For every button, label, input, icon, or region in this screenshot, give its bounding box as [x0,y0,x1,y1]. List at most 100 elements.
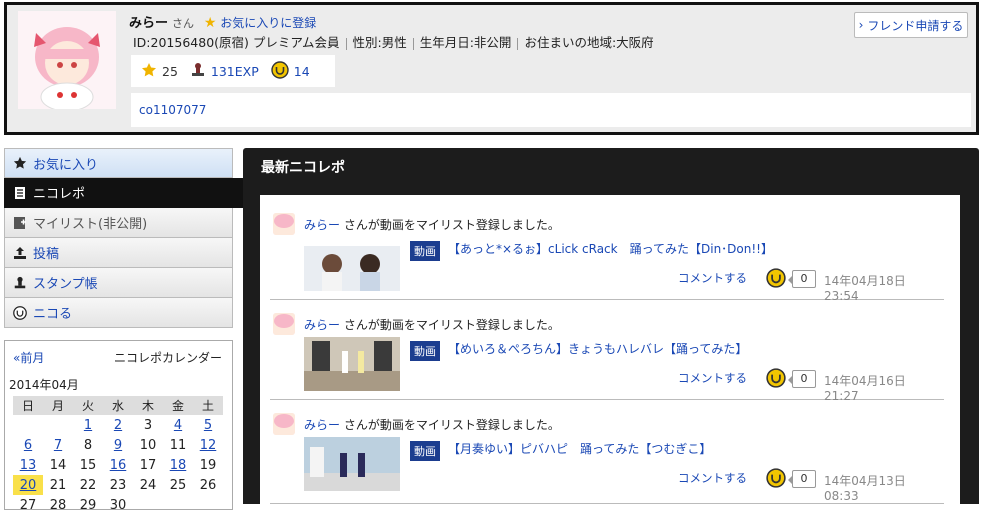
calendar-day [193,495,223,515]
calendar-day[interactable]: 12 [193,435,223,455]
calendar-day[interactable]: 5 [193,415,223,435]
weekday-header: 火 [73,396,103,415]
nicoru-icon[interactable] [766,268,786,288]
calendar-day [13,415,43,435]
calendar-day[interactable]: 1 [73,415,103,435]
friend-request-button[interactable]: › フレンド申請する [854,12,968,38]
profile-panel: みらー さん ★ お気に入りに登録 ID:20156480(原宿) プレミアム会員… [4,2,979,135]
community-link[interactable]: co1107077 [139,103,206,117]
weekday-header: 日 [13,396,43,415]
calendar-day: 19 [199,457,217,473]
user-link[interactable]: みらー [304,418,340,432]
exp-link[interactable]: 131EXP [211,64,259,79]
sidebar-item-label: ニコレポ [33,187,86,202]
sidebar-item-nicoru[interactable]: ニコる [4,298,233,328]
nicoru-count: 0 [788,370,816,388]
list-item: みらー さんが動画をマイリスト登録しました。 動画 【月奏ゆい】ピバハピ 踊って… [270,400,944,504]
video-title-link[interactable]: 【めいろ＆ぺろちん】きょうもハレバレ【踊ってみた】 [448,340,747,357]
calendar-day[interactable]: 13 [13,455,43,475]
sidebar-item-uploads[interactable]: 投稿 [4,238,233,268]
sidebar-item-label: 投稿 [33,247,60,262]
comment-link[interactable]: コメントする [678,370,747,386]
report-date: 14年04月16日 21:27 [824,374,906,403]
profile-id: ID:20156480(原宿) プレミアム会員 [133,35,340,50]
user-link[interactable]: みらー [304,318,340,332]
nicoru-icon[interactable] [766,368,786,388]
sidebar-item-label: お気に入り [33,157,99,173]
video-thumbnail[interactable] [304,237,400,291]
calendar-day [133,495,163,515]
prev-month-link[interactable]: «前月 [13,349,44,366]
nicoru-count: 0 [788,470,816,488]
list-item: みらー さんが動画をマイリスト登録しました。 動画 【あっと*×るぉ】cLick… [270,200,944,303]
calendar-day[interactable]: 16 [103,455,133,475]
calendar-day: 15 [79,457,97,473]
calendar-day: 3 [143,417,153,433]
profile-name-line: みらー さん ★ お気に入りに登録 [129,12,316,31]
nicoru-stat: 14 [271,60,310,82]
calendar-day[interactable]: 6 [13,435,43,455]
calendar-title: ニコレポカレンダー [113,351,222,365]
report-date: 14年04月13日 08:33 [824,474,906,503]
calendar-day: 24 [139,477,157,493]
exp-stat: 131EXP [190,62,259,81]
friend-request-label: フレンド申請する [867,18,964,33]
report-headline: みらー さんが動画をマイリスト登録しました。 [304,216,560,233]
video-thumbnail[interactable] [304,337,400,391]
nicoru-count: 0 [788,270,816,288]
add-favorite-link[interactable]: ★ お気に入りに登録 [204,15,316,31]
sidebar-item-label: ニコる [33,307,73,322]
report-action: さんが動画をマイリスト登録しました。 [340,318,560,332]
calendar-day: 14 [49,457,67,473]
nicoru-icon [271,60,289,82]
report-date: 14年04月18日 23:54 [824,274,906,303]
video-title-link[interactable]: 【月奏ゆい】ピバハピ 踊ってみた【つむぎこ】 [448,440,711,457]
page-title: 最新ニコレポ [261,160,345,176]
profile-honorific: さん [172,17,195,30]
sidebar-item-mylist[interactable]: マイリスト(非公開) [4,208,233,238]
user-avatar[interactable] [273,313,295,335]
calendar-day: 11 [169,437,187,453]
calendar-day[interactable]: 7 [43,435,73,455]
nicoru-icon[interactable] [766,468,786,488]
nicoru-count[interactable]: 14 [294,64,310,79]
nicorepo-calendar: «前月 ニコレポカレンダー 2014年04月 日 月 火 水 木 金 土 1 2… [4,340,233,513]
calendar-table: 日 月 火 水 木 金 土 1 2 3 4 5 6 7 8 9 10 11 12… [13,396,223,515]
calendar-day[interactable]: 4 [163,415,193,435]
community-box: co1107077 [131,93,971,127]
weekday-header: 木 [133,396,163,415]
video-thumbnail[interactable] [304,437,400,491]
sidebar-item-nicorepo[interactable]: ニコレポ [4,178,244,208]
profile-stats: 25 131EXP 14 [131,55,335,87]
profile-info: ID:20156480(原宿) プレミアム会員 性別:男性 生年月日:非公開 お住まい… [133,32,654,51]
video-title-link[interactable]: 【あっと*×るぉ】cLick cRack 踊ってみた【Din･Don!!】 [448,240,773,257]
user-avatar[interactable] [273,213,295,235]
stars-count: 25 [162,63,178,79]
calendar-day-today[interactable]: 20 [13,475,43,495]
user-avatar[interactable] [273,413,295,435]
comment-link[interactable]: コメントする [678,270,747,286]
weekday-header: 水 [103,396,133,415]
weekday-header: 金 [163,396,193,415]
profile-region: お住まいの地域:大阪府 [524,35,654,50]
star-icon [141,62,157,81]
nicoru-icon [13,305,27,320]
calendar-day: 25 [169,477,187,493]
mylist-icon [13,216,27,230]
sidebar-item-stamps[interactable]: スタンプ帳 [4,268,233,298]
calendar-day: 23 [109,477,127,493]
video-badge: 動画 [410,241,440,261]
sidebar-item-favorites[interactable]: お気に入り [4,148,233,178]
comment-link[interactable]: コメントする [678,470,747,486]
user-link[interactable]: みらー [304,218,340,232]
calendar-day[interactable]: 18 [163,455,193,475]
calendar-day [163,495,193,515]
sidebar-item-label: スタンプ帳 [33,277,98,292]
calendar-day: 26 [199,477,217,493]
calendar-day: 27 [19,497,37,513]
calendar-day: 8 [83,437,93,453]
calendar-day: 29 [79,497,97,513]
calendar-day[interactable]: 9 [103,435,133,455]
calendar-day[interactable]: 2 [103,415,133,435]
calendar-day: 21 [49,477,67,493]
